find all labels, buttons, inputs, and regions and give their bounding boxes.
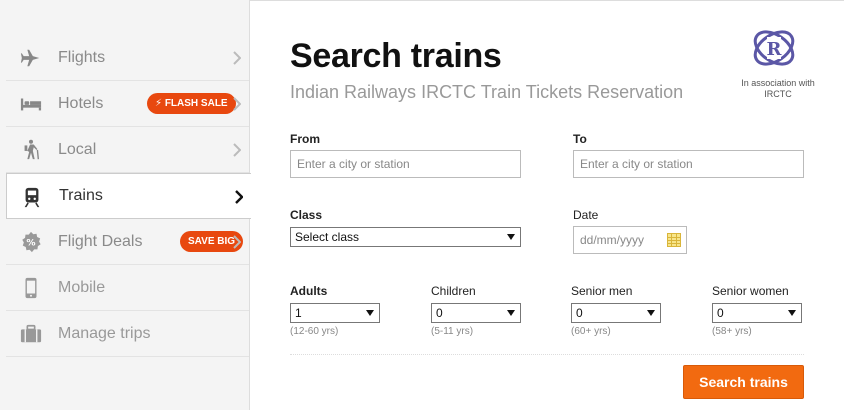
irctc-logo: R xyxy=(753,30,795,66)
lightning-icon: ⚡ xyxy=(155,98,163,109)
dropdown-arrow-icon xyxy=(788,310,796,316)
sidebar-item-label: Flights xyxy=(58,48,106,66)
irctc-association-text: In association with IRCTC xyxy=(741,78,815,99)
hiker-icon xyxy=(24,139,40,160)
bed-icon xyxy=(20,98,42,111)
svg-text:R: R xyxy=(767,39,783,60)
mobile-icon xyxy=(25,277,37,299)
children-label: Children xyxy=(431,284,476,298)
senior-men-age-hint: (60+ yrs) xyxy=(571,326,611,337)
date-input[interactable]: dd/mm/yyyy xyxy=(573,226,687,254)
children-select[interactable]: 0 xyxy=(431,303,521,323)
adults-age-hint: (12-60 yrs) xyxy=(290,326,339,337)
calendar-icon[interactable] xyxy=(667,233,681,247)
chevron-right-icon xyxy=(233,51,241,65)
sidebar-item-label: Local xyxy=(58,140,97,158)
class-select[interactable]: Select class xyxy=(290,227,521,247)
page-title: Search trains xyxy=(290,37,502,75)
senior-women-age-hint: (58+ yrs) xyxy=(712,326,752,337)
plane-icon xyxy=(20,49,40,67)
to-label: To xyxy=(573,132,587,146)
svg-text:%: % xyxy=(26,238,35,249)
sidebar-item-local[interactable]: Local xyxy=(6,127,249,173)
from-label: From xyxy=(290,132,320,146)
sidebar-item-flight-deals[interactable]: % Flight Deals SAVE BIG xyxy=(6,219,249,265)
sidebar-item-label: Manage trips xyxy=(58,324,151,342)
children-age-hint: (5-11 yrs) xyxy=(431,326,474,337)
senior-men-select[interactable]: 0 xyxy=(571,303,661,323)
search-trains-button[interactable]: Search trains xyxy=(683,365,804,399)
dropdown-arrow-icon xyxy=(507,234,515,240)
chevron-right-icon xyxy=(233,97,241,111)
sidebar-item-label: Flight Deals xyxy=(58,232,143,250)
dropdown-arrow-icon xyxy=(366,310,374,316)
sidebar-item-manage-trips[interactable]: Manage trips xyxy=(6,311,249,357)
date-label: Date xyxy=(573,208,599,222)
train-icon xyxy=(24,187,40,208)
adults-select[interactable]: 1 xyxy=(290,303,380,323)
senior-women-select[interactable]: 0 xyxy=(712,303,802,323)
sidebar-item-label: Mobile xyxy=(58,278,106,296)
adults-label: Adults xyxy=(290,284,328,298)
sidebar-item-label: Trains xyxy=(59,187,103,204)
sidebar-item-label: Hotels xyxy=(58,94,104,112)
dropdown-arrow-icon xyxy=(647,310,655,316)
form-divider xyxy=(290,354,804,355)
class-label: Class xyxy=(290,208,323,222)
sidebar-nav: Flights Hotels ⚡ FLASH SALE Local Trains… xyxy=(0,0,251,410)
sidebar-item-mobile[interactable]: Mobile xyxy=(6,265,249,311)
train-search-panel: Search trains Indian Railways IRCTC Trai… xyxy=(250,0,844,410)
chevron-right-icon xyxy=(233,235,241,249)
senior-men-label: Senior men xyxy=(571,284,633,298)
sidebar-item-trains[interactable]: Trains xyxy=(6,173,251,219)
flash-sale-badge: ⚡ FLASH SALE xyxy=(147,93,236,114)
page-subtitle: Indian Railways IRCTC Train Tickets Rese… xyxy=(290,82,684,102)
percent-icon: % xyxy=(22,231,41,253)
sidebar-item-flights[interactable]: Flights xyxy=(6,35,249,81)
from-station-input[interactable]: Enter a city or station xyxy=(290,150,521,178)
briefcase-icon xyxy=(20,324,42,343)
dropdown-arrow-icon xyxy=(507,310,515,316)
to-station-input[interactable]: Enter a city or station xyxy=(573,150,804,178)
chevron-right-icon xyxy=(233,143,241,157)
sidebar-item-hotels[interactable]: Hotels ⚡ FLASH SALE xyxy=(6,81,249,127)
senior-women-label: Senior women xyxy=(712,284,789,298)
chevron-right-icon xyxy=(235,190,243,204)
